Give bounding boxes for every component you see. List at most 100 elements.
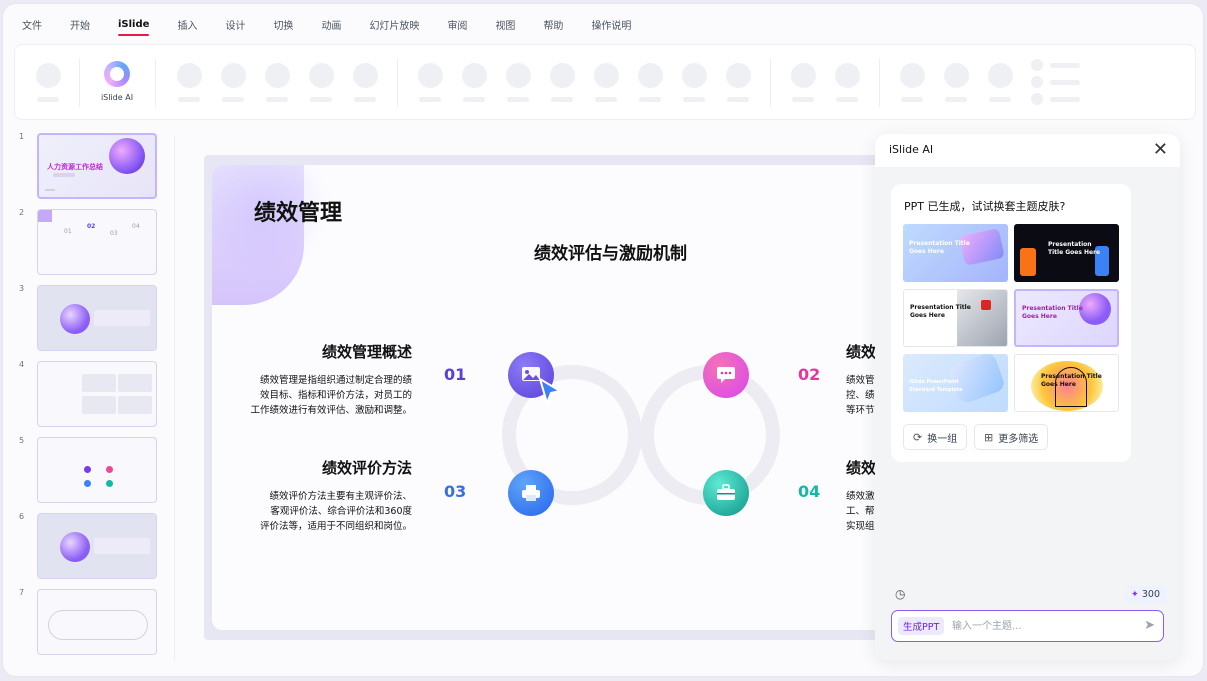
section-heading[interactable]: 绩效管理概述 <box>272 341 412 362</box>
slide-thumbnail[interactable] <box>37 361 157 427</box>
ribbon-placeholder-button[interactable] <box>549 63 575 102</box>
thumbnail-row: 7 <box>13 588 163 656</box>
theme-option[interactable]: Presentation Title Goes Here <box>1014 224 1119 282</box>
section-body[interactable]: 绩效管 控、绩 等环节 <box>846 373 875 418</box>
close-icon[interactable]: ✕ <box>1153 140 1168 160</box>
ribbon-placeholder-button[interactable] <box>725 63 751 102</box>
slide-subtitle[interactable]: 绩效评估与激励机制 <box>534 239 687 264</box>
theme-option[interactable]: Presentation Title Goes Here <box>903 224 1008 282</box>
history-icon[interactable]: ◷ <box>895 587 905 601</box>
ribbon-placeholder-button[interactable] <box>943 63 969 102</box>
slide-decoration <box>212 165 304 305</box>
slide-thumbnail[interactable] <box>37 589 157 655</box>
ribbon-placeholder-button[interactable] <box>264 63 290 102</box>
menu-slideshow[interactable]: 幻灯片放映 <box>369 17 419 32</box>
thumbnail-row: 5 <box>13 436 163 504</box>
ribbon-placeholder-button[interactable] <box>461 63 487 102</box>
send-icon[interactable]: ➤ <box>1144 618 1155 633</box>
printer-icon <box>508 470 554 516</box>
slide-canvas[interactable]: 绩效管理 绩效评估与激励机制 绩效管理概述 绩效管理是指组织通过制定合理的绩 效… <box>204 155 904 640</box>
menu-islide[interactable]: iSlide <box>118 19 150 36</box>
more-filters-button[interactable]: ⊞ 更多筛选 <box>974 424 1049 450</box>
menu-home[interactable]: 开始 <box>70 17 90 32</box>
ribbon-placeholder-button[interactable] <box>834 63 860 102</box>
generate-ppt-mode-tag[interactable]: 生成PPT <box>898 617 945 635</box>
thumbnail-text: 04 <box>132 223 140 230</box>
briefcase-icon <box>703 470 749 516</box>
thumbnail-text: 03 <box>110 230 118 237</box>
topic-input[interactable] <box>952 617 1132 635</box>
chat-icon <box>703 352 749 398</box>
ribbon-toolbar: iSlide AI <box>14 44 1196 120</box>
ribbon-placeholder-button[interactable] <box>681 63 707 102</box>
slide-thumbnail[interactable] <box>37 437 157 503</box>
slide-title[interactable]: 绩效管理 <box>254 195 342 227</box>
ribbon-separator <box>770 59 771 107</box>
section-heading[interactable]: 绩效 <box>846 341 876 362</box>
menu-transitions[interactable]: 切换 <box>273 17 293 32</box>
slide-thumbnail[interactable] <box>37 513 157 579</box>
thumbnail-row: 1 人力资源工作总结 <box>13 132 163 200</box>
ribbon-placeholder-button[interactable] <box>220 63 246 102</box>
thumbnail-row: 4 <box>13 360 163 428</box>
ai-input-box: 生成PPT ➤ <box>891 610 1164 642</box>
slide-thumbnail[interactable] <box>37 285 157 351</box>
ribbon-placeholder-button[interactable] <box>899 63 925 102</box>
swap-themes-button[interactable]: ⟳ 换一组 <box>903 424 968 450</box>
ribbon-placeholder-button[interactable] <box>35 63 61 102</box>
ai-panel-title: iSlide AI <box>889 143 934 156</box>
theme-suggestion-card: PPT 已生成，试试换套主题皮肤? Presentation Title Goe… <box>891 184 1131 462</box>
slide-number: 5 <box>19 436 25 445</box>
islide-ai-panel: iSlide AI ✕ PPT 已生成，试试换套主题皮肤? Presentati… <box>875 134 1180 660</box>
ribbon-list-placeholder[interactable] <box>1031 59 1080 110</box>
swap-themes-label: 换一组 <box>927 433 958 445</box>
theme-option[interactable]: Presentation Title Goes Here <box>1014 289 1119 347</box>
section-body[interactable]: 绩效管理是指组织通过制定合理的绩 效目标、指标和评价方法，对员工的 工作绩效进行… <box>242 373 412 418</box>
credits-badge: ✦ 300 <box>1124 586 1166 603</box>
slide-thumbnail-panel: 1 人力资源工作总结 2 01 02 03 04 3 4 5 6 7 <box>13 132 163 672</box>
slide-thumbnail[interactable]: 01 02 03 04 <box>37 209 157 275</box>
thumbnail-row: 6 <box>13 512 163 580</box>
section-body[interactable]: 绩效激 工、帮 实现组 <box>846 489 875 534</box>
ribbon-placeholder-button[interactable] <box>987 63 1013 102</box>
menu-file[interactable]: 文件 <box>22 17 42 32</box>
ribbon-placeholder-button[interactable] <box>593 63 619 102</box>
slide-number: 4 <box>19 360 25 369</box>
ribbon-separator <box>79 59 80 107</box>
section-number: 03 <box>444 482 467 501</box>
ai-message: PPT 已生成，试试换套主题皮肤? <box>904 200 1066 213</box>
theme-option[interactable]: Presentation Title Goes Here <box>1014 354 1119 412</box>
thumbnail-text: 01 <box>64 228 72 235</box>
menu-tell-me[interactable]: 操作说明 <box>591 17 631 32</box>
slide-number: 7 <box>19 588 25 597</box>
ribbon-placeholder-button[interactable] <box>505 63 531 102</box>
theme-option[interactable]: Presentation Title Goes Here <box>903 289 1008 347</box>
app-window: 文件 开始 iSlide 插入 设计 切换 动画 幻灯片放映 审阅 视图 帮助 … <box>2 3 1204 677</box>
slide-thumbnail[interactable]: 人力资源工作总结 <box>37 133 157 199</box>
section-number: 04 <box>798 482 821 501</box>
menu-help[interactable]: 帮助 <box>543 17 563 32</box>
ribbon-placeholder-button[interactable] <box>637 63 663 102</box>
sparkle-icon: ✦ <box>1130 589 1139 600</box>
menu-insert[interactable]: 插入 <box>177 17 197 32</box>
slide-number: 6 <box>19 512 25 521</box>
ribbon-placeholder-button[interactable] <box>308 63 334 102</box>
section-body[interactable]: 绩效评价方法主要有主观评价法、 客观评价法、综合评价法和360度 评价法等，适用… <box>242 489 412 534</box>
thumbnail-text: 02 <box>87 223 96 230</box>
section-heading[interactable]: 绩效 <box>846 457 876 478</box>
menu-view[interactable]: 视图 <box>495 17 515 32</box>
ribbon-placeholder-button[interactable] <box>352 63 378 102</box>
ribbon-placeholder-button[interactable] <box>790 63 816 102</box>
section-heading[interactable]: 绩效评价方法 <box>272 457 412 478</box>
ribbon-placeholder-button[interactable] <box>176 63 202 102</box>
credits-count: 300 <box>1141 589 1160 600</box>
menu-animations[interactable]: 动画 <box>321 17 341 32</box>
islide-logo-icon <box>104 61 130 87</box>
menu-review[interactable]: 审阅 <box>447 17 467 32</box>
islide-ai-button[interactable]: iSlide AI <box>93 61 141 102</box>
ribbon-separator <box>879 59 880 107</box>
ribbon-placeholder-button[interactable] <box>417 63 443 102</box>
menu-design[interactable]: 设计 <box>225 17 245 32</box>
cursor-pointer-icon <box>538 377 563 407</box>
theme-option[interactable]: iSlide PowerPoint Standard Template <box>903 354 1008 412</box>
